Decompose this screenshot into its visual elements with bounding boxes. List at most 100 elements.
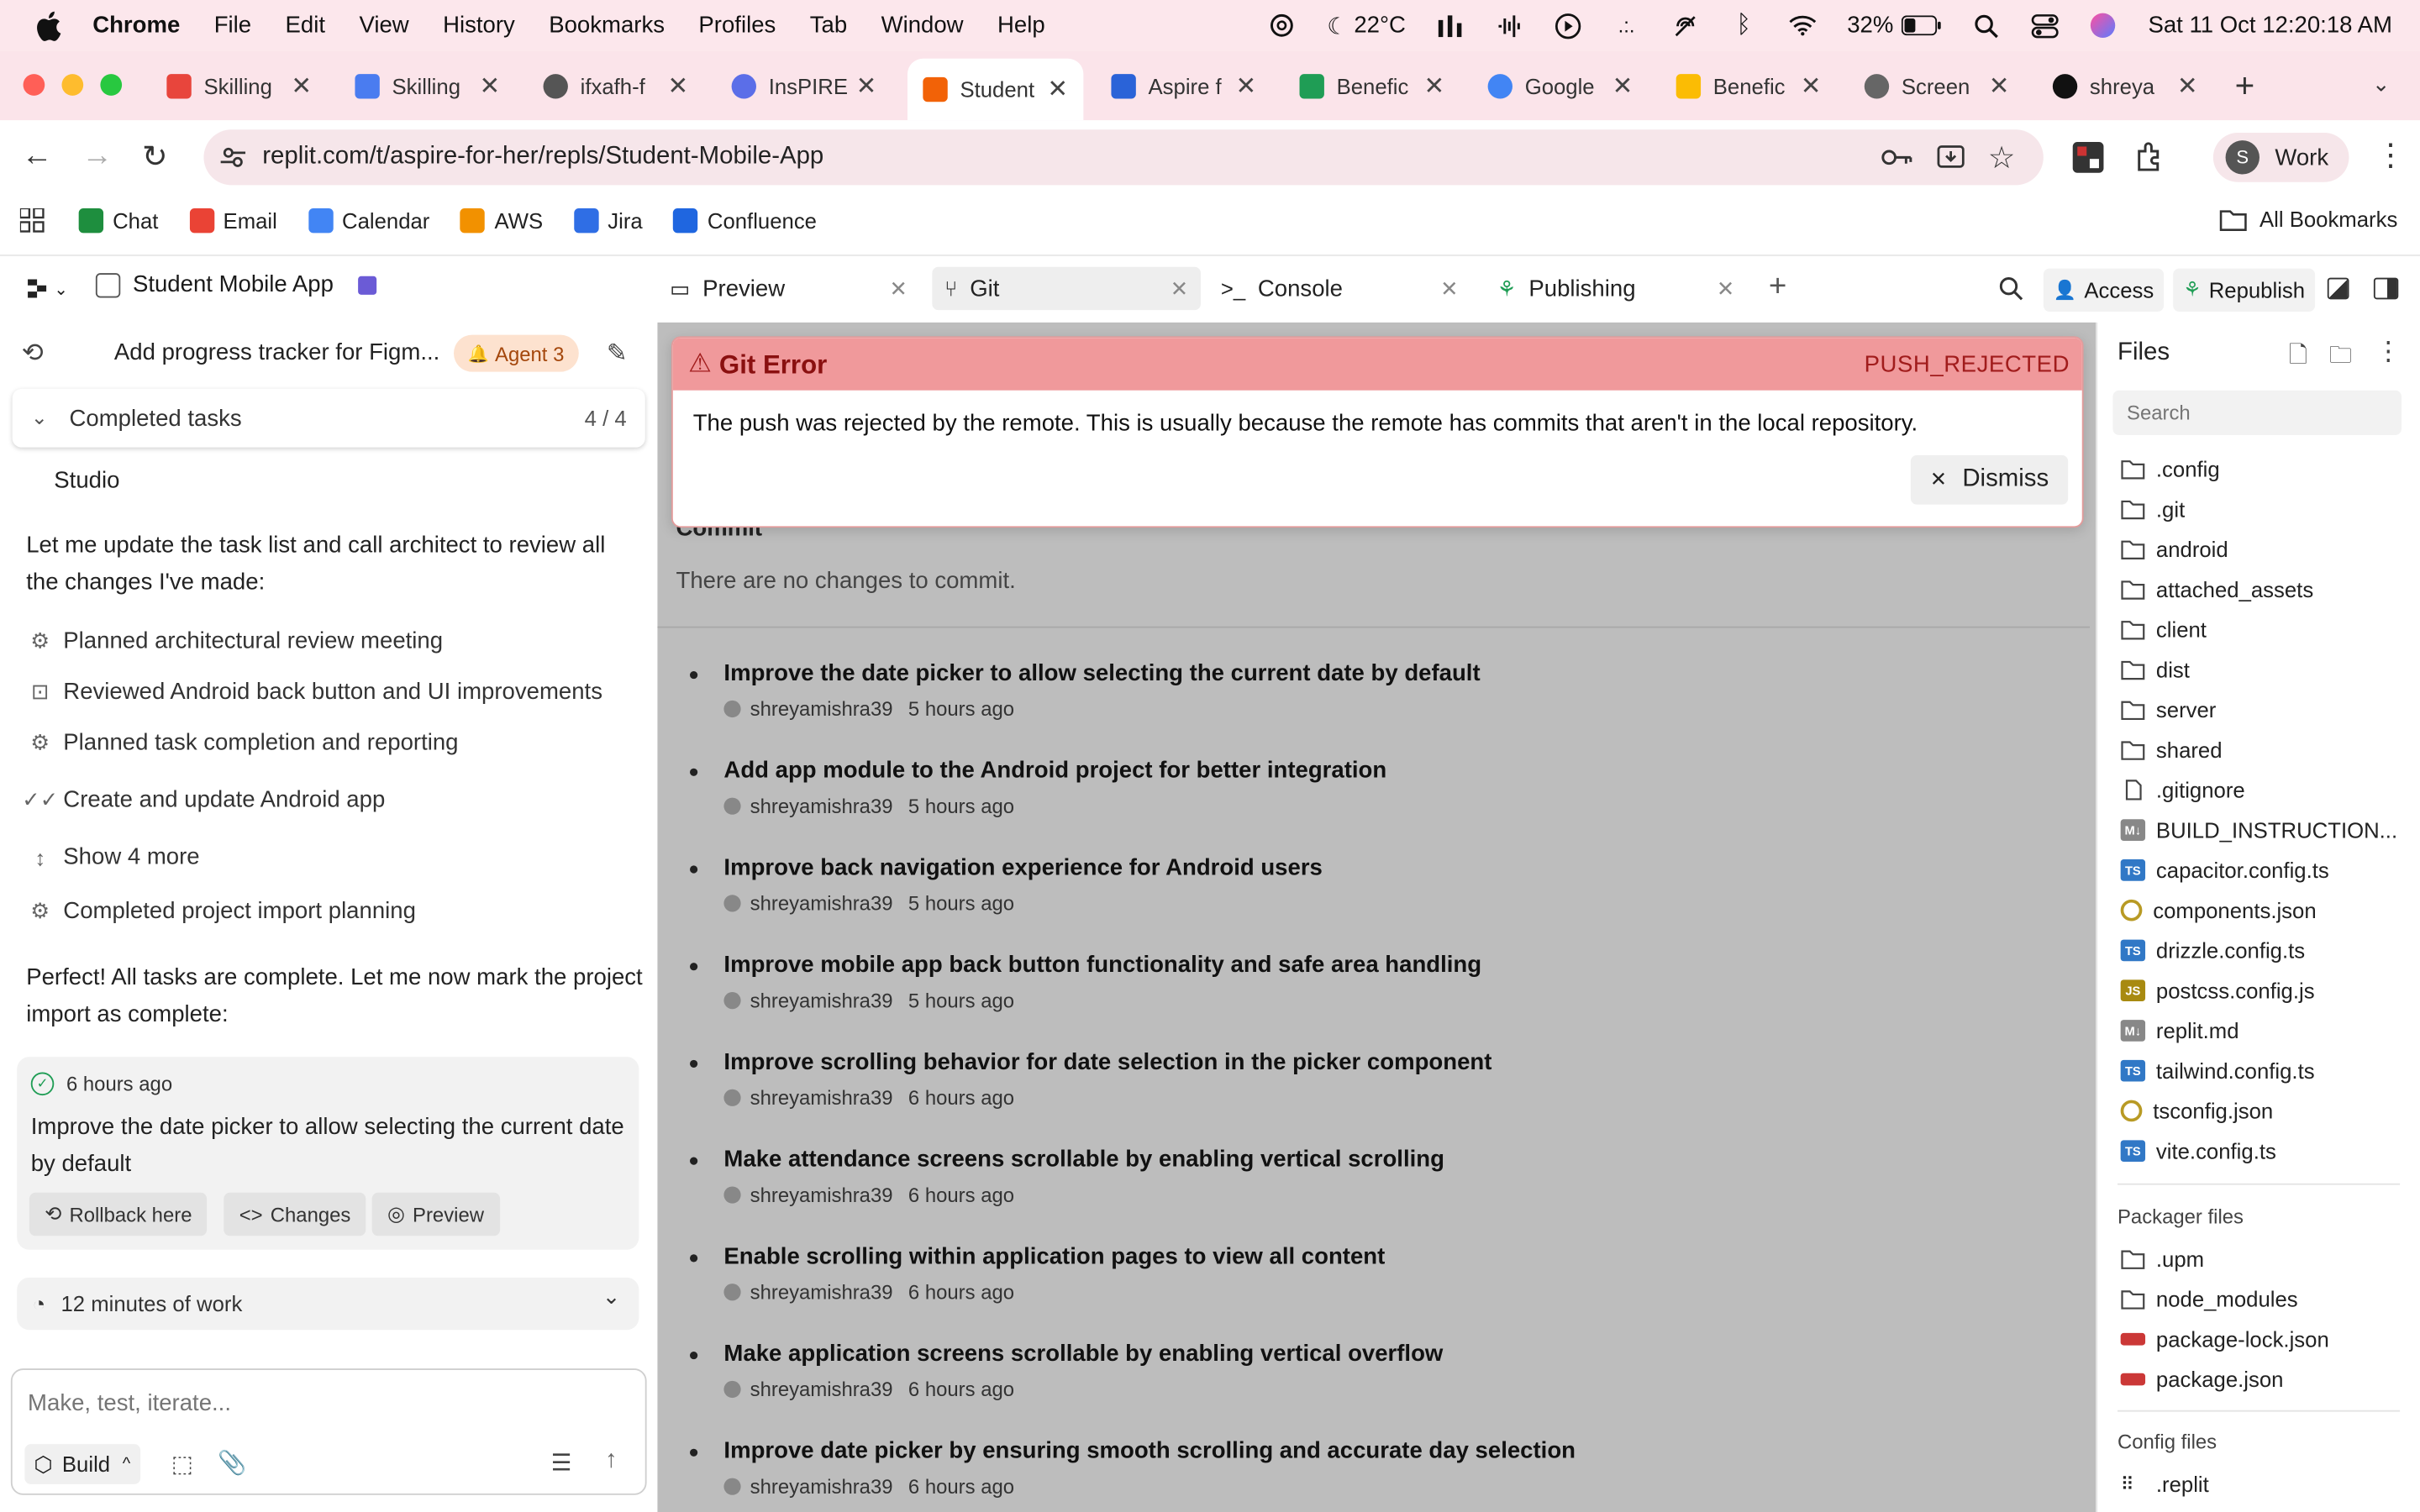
tab-publishing[interactable]: ⚘ Publishing ✕ (1485, 267, 1747, 310)
close-tab-icon[interactable]: ✕ (1424, 71, 1445, 102)
browser-tab[interactable]: Google ✕ (1476, 61, 1649, 111)
menu-file[interactable]: File (214, 13, 251, 39)
file-tree-item[interactable]: TS drizzle.config.ts (2120, 938, 2305, 963)
menu-bookmarks[interactable]: Bookmarks (549, 13, 665, 39)
spotlight-search-icon[interactable] (1972, 12, 2000, 39)
preview-button[interactable]: ◎ Preview (371, 1192, 500, 1236)
menu-profiles[interactable]: Profiles (698, 13, 776, 39)
profile-button[interactable]: S Work (2212, 132, 2349, 182)
completed-tasks-header[interactable]: ⌄ Completed tasks 4 / 4 (12, 388, 645, 448)
new-tab-button[interactable]: + (2235, 66, 2255, 107)
select-region-icon[interactable]: ⬚ (171, 1451, 193, 1478)
openai-icon[interactable] (1269, 12, 1297, 39)
send-arrow-icon[interactable]: ↑ (605, 1447, 618, 1475)
password-key-icon[interactable] (1880, 144, 1913, 171)
close-window-button[interactable] (23, 74, 45, 96)
file-tree-item[interactable]: TS vite.config.ts (2120, 1139, 2276, 1163)
bookmark-confluence[interactable]: Confluence (673, 207, 817, 234)
replit-menu-button[interactable]: ⌄ (26, 278, 68, 300)
file-tree-item[interactable]: TS capacitor.config.ts (2120, 858, 2329, 883)
bluetooth-icon[interactable]: ᛒ (1730, 12, 1758, 39)
project-name[interactable]: Student Mobile App (95, 271, 377, 297)
close-tab-icon[interactable]: ✕ (291, 71, 312, 102)
tab-console[interactable]: >_ Console ✕ (1208, 267, 1470, 310)
file-search-input[interactable] (2112, 390, 2402, 435)
file-tree-item[interactable]: .git (2121, 496, 2185, 522)
menu-edit[interactable]: Edit (286, 13, 325, 39)
build-mode-button[interactable]: ⬡ Build ^ (24, 1444, 140, 1484)
bookmark-aws[interactable]: AWS (460, 207, 543, 234)
work-summary[interactable]: ◔ 12 minutes of work ⌄ (17, 1277, 639, 1331)
close-tab-icon[interactable]: ✕ (1801, 71, 1822, 102)
battery-widget[interactable]: 32% (1847, 13, 1941, 39)
minimize-window-button[interactable] (61, 74, 84, 96)
close-tab-icon[interactable]: ✕ (479, 71, 500, 102)
file-tree-item[interactable]: components.json (2120, 898, 2317, 922)
rollback-button[interactable]: ⟲ Rollback here (29, 1192, 208, 1236)
menu-tab[interactable]: Tab (810, 13, 847, 39)
search-icon[interactable] (1999, 276, 2023, 301)
file-tree-item[interactable]: M↓ BUILD_INSTRUCTION... (2120, 817, 2397, 843)
settings-sliders-icon[interactable]: ☰ (551, 1449, 572, 1477)
menu-window[interactable]: Window (881, 13, 964, 39)
forward-arrow-icon[interactable]: → (82, 139, 113, 174)
wifi-icon[interactable] (1788, 12, 1816, 39)
back-arrow-icon[interactable]: ← (22, 139, 53, 174)
close-tab-icon[interactable]: ✕ (1235, 71, 1256, 102)
history-icon[interactable]: ⟲ (22, 338, 44, 369)
task-item[interactable]: ⚙ Completed project import planning (28, 898, 416, 924)
browser-tab[interactable]: Benefic ✕ (1664, 61, 1837, 111)
menu-history[interactable]: History (443, 13, 515, 39)
clock[interactable]: Sat 11 Oct 12:20:18 AM (2148, 13, 2391, 39)
site-info-icon[interactable] (219, 144, 247, 171)
browser-tab-active[interactable]: Student ✕ (907, 58, 1084, 121)
browser-tab[interactable]: Aspire f ✕ (1099, 61, 1272, 111)
browser-tab[interactable]: Skilling ✕ (343, 61, 516, 111)
show-more-button[interactable]: ↕ Show 4 more (28, 844, 199, 870)
bookmark-calendar[interactable]: Calendar (308, 207, 429, 234)
siri-icon[interactable] (2090, 12, 2118, 39)
file-tree-item[interactable]: attached_assets (2121, 577, 2313, 601)
file-tree-item[interactable]: TS tailwind.config.ts (2120, 1058, 2315, 1083)
file-tree-item[interactable]: .upm (2121, 1247, 2204, 1271)
tab-search-chevron-icon[interactable]: ⌄ (2372, 71, 2391, 97)
apple-icon[interactable] (34, 10, 61, 41)
close-tab-icon[interactable]: ✕ (889, 276, 908, 302)
file-tree-item[interactable]: node_modules (2121, 1287, 2298, 1311)
close-tab-icon[interactable]: ✕ (668, 71, 689, 102)
republish-button[interactable]: ⚘ Republish (2173, 268, 2316, 312)
new-folder-icon[interactable]: 🗀 (2329, 339, 2353, 378)
install-app-icon[interactable] (1935, 142, 1966, 173)
dots-icon[interactable]: .:. (1612, 12, 1640, 39)
file-tree-item[interactable]: client (2121, 617, 2207, 642)
waveform-icon[interactable] (1495, 12, 1523, 39)
close-tab-icon[interactable]: ✕ (1989, 71, 2010, 102)
add-tab-button[interactable]: + (1769, 270, 1786, 305)
access-button[interactable]: 👤 Access (2043, 268, 2165, 312)
browser-tab[interactable]: shreya ✕ (2040, 61, 2213, 111)
theme-toggle-icon[interactable] (2327, 277, 2349, 300)
close-tab-icon[interactable]: ✕ (1612, 71, 1634, 102)
toggle-sidebar-icon[interactable] (2373, 277, 2399, 300)
file-tree-item[interactable]: shared (2121, 738, 2223, 762)
play-icon[interactable] (1554, 12, 1581, 39)
file-tree-item[interactable]: ⠿ .replit (2121, 1472, 2209, 1496)
menu-help[interactable]: Help (997, 13, 1045, 39)
task-item[interactable]: ⚙ Planned task completion and reporting (28, 730, 458, 756)
address-bar[interactable]: replit.com/t/aspire-for-her/repls/Studen… (203, 129, 2044, 186)
menu-app-name[interactable]: Chrome (92, 13, 180, 39)
weather-widget[interactable]: ☾ 22°C (1327, 12, 1406, 39)
close-tab-icon[interactable]: ✕ (1171, 276, 1189, 302)
extension-icon[interactable] (2071, 140, 2105, 174)
file-tree-item[interactable]: .config (2121, 457, 2220, 481)
file-tree-item[interactable]: server (2121, 697, 2216, 722)
close-tab-icon[interactable]: ✕ (1717, 276, 1735, 302)
extensions-puzzle-icon[interactable] (2133, 140, 2166, 174)
airdrop-icon[interactable] (1671, 12, 1699, 39)
reload-icon[interactable]: ↻ (142, 137, 168, 176)
tab-preview[interactable]: ▭ Preview ✕ (657, 267, 919, 310)
new-file-icon[interactable]: 🗋 (2289, 339, 2307, 378)
task-item[interactable]: ⚙ Planned architectural review meeting (28, 628, 443, 654)
all-bookmarks[interactable]: All Bookmarks (2219, 207, 2397, 232)
task-item[interactable]: ⊡ Reviewed Android back button and UI imp… (28, 679, 602, 705)
